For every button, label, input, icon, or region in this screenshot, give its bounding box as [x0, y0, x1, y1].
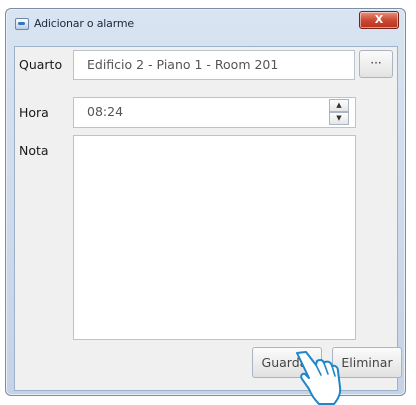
hora-label: Hora [19, 105, 49, 120]
dialog-title: Adicionar o alarme [34, 17, 134, 30]
browse-room-button[interactable]: ··· [359, 50, 393, 78]
hour-down-button[interactable]: ▼ [329, 112, 349, 125]
quarto-field[interactable]: Edificio 2 - Piano 1 - Room 201 [73, 50, 355, 80]
quarto-label: Quarto [19, 57, 63, 72]
nota-label: Nota [19, 143, 49, 158]
note-textarea[interactable] [73, 135, 356, 340]
title-bar[interactable]: Adicionar o alarme X [6, 9, 405, 39]
spin-down-icon: ▼ [336, 114, 342, 122]
alarm-app-icon [15, 18, 29, 30]
hour-up-button[interactable]: ▲ [329, 99, 349, 112]
hand-pointer-icon [296, 351, 342, 405]
hora-field[interactable]: 08:24 [73, 97, 356, 128]
close-icon: X [374, 13, 384, 26]
close-button[interactable]: X [359, 11, 399, 29]
spin-up-icon: ▲ [336, 101, 342, 109]
